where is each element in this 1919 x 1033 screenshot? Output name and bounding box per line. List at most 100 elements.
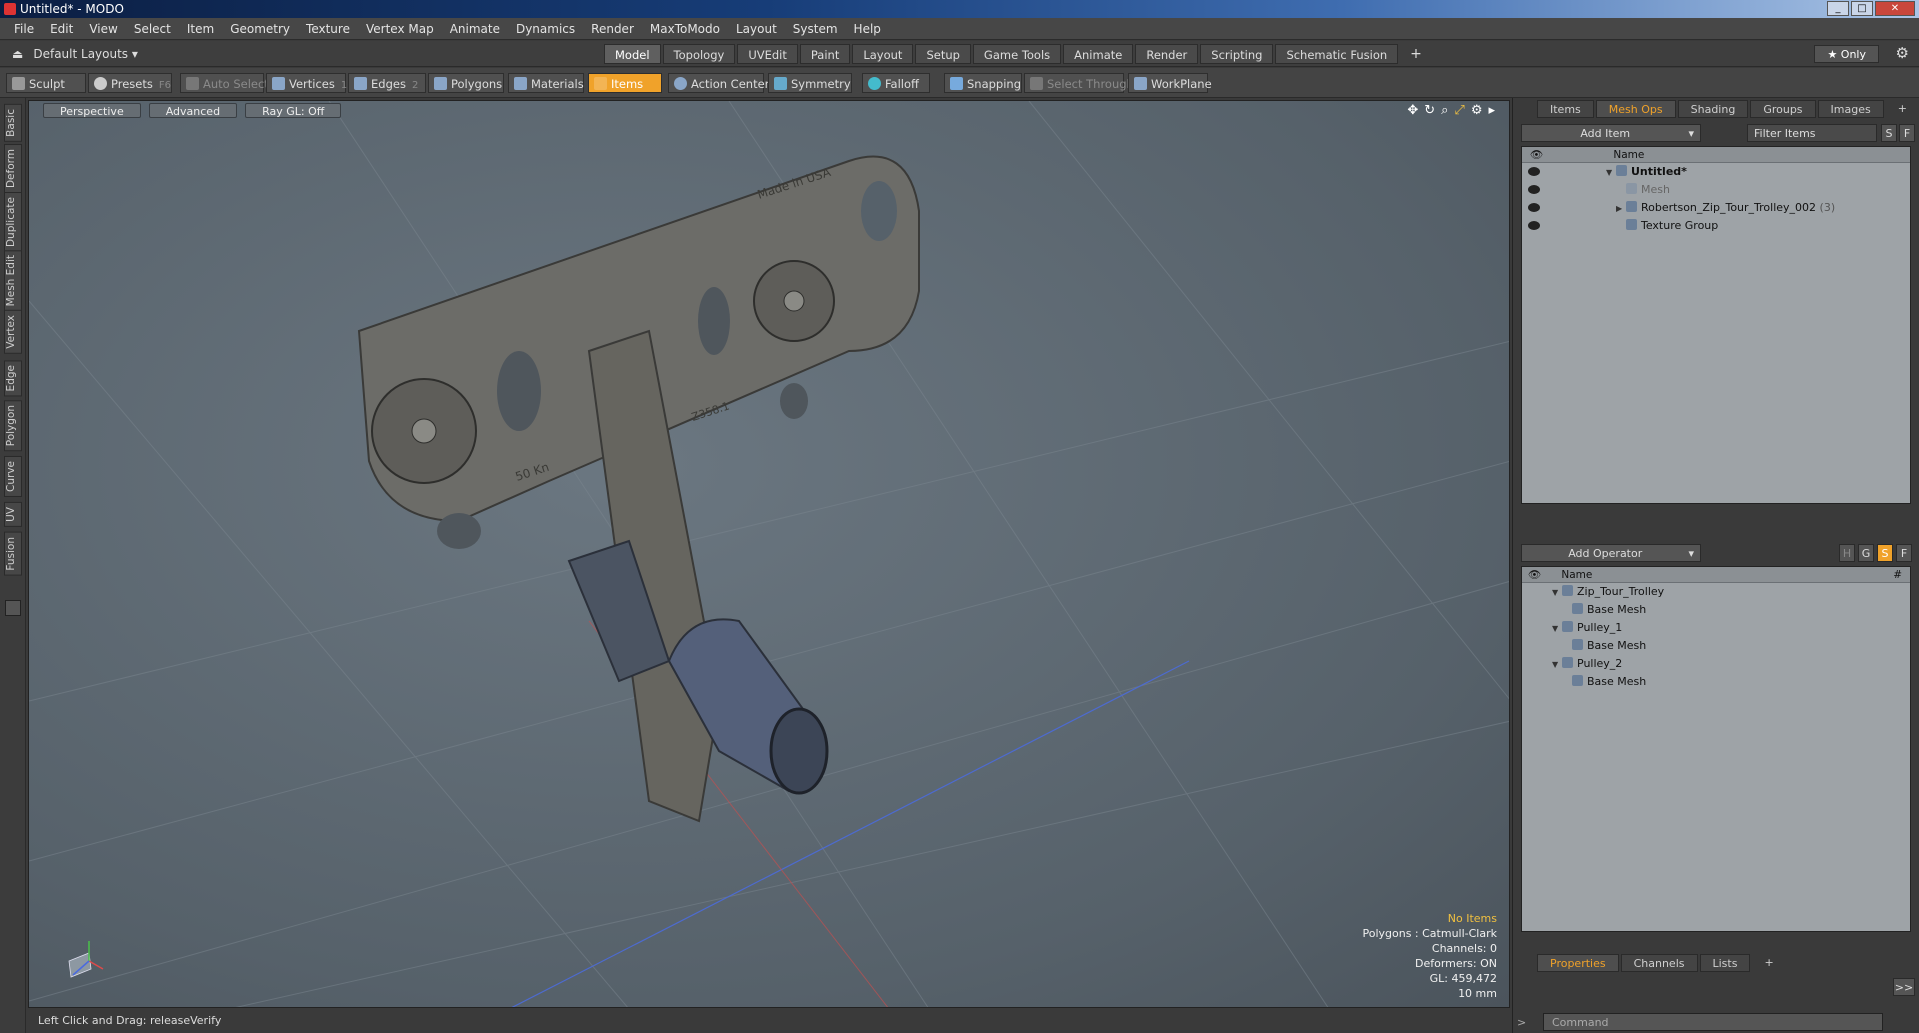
materials-button[interactable]: Materials (508, 73, 584, 93)
tab-basic[interactable]: Basic (4, 104, 22, 142)
menu-render[interactable]: Render (583, 22, 642, 36)
list-item[interactable]: Mesh (1522, 181, 1910, 199)
advanced-dropdown[interactable]: Advanced (148, 103, 238, 118)
expand-icon[interactable]: ▼ (1552, 656, 1562, 674)
tab-render[interactable]: Render (1135, 44, 1199, 64)
ops-h-button[interactable]: H (1839, 544, 1855, 562)
menu-file[interactable]: File (6, 22, 42, 36)
list-item[interactable]: ▼ Pulley_1 (1522, 619, 1910, 637)
tab-edge[interactable]: Edge (4, 360, 22, 397)
only-toggle[interactable]: ★ Only (1814, 45, 1879, 63)
add-operator-dropdown[interactable]: Add Operator ▾ (1521, 544, 1701, 562)
list-item[interactable]: ▼ Pulley_2 (1522, 655, 1910, 673)
menu-maxtomodo[interactable]: MaxToModo (642, 22, 728, 36)
tab-vertex[interactable]: Vertex (4, 310, 22, 354)
tab-fusion[interactable]: Fusion (4, 532, 22, 576)
select-through-button[interactable]: Select Through (1024, 73, 1134, 93)
menu-select[interactable]: Select (126, 22, 179, 36)
menu-edit[interactable]: Edit (42, 22, 81, 36)
add-properties-tab-button[interactable]: + (1752, 954, 1785, 972)
tab-duplicate[interactable]: Duplicate (4, 192, 22, 253)
tab-model[interactable]: Model (604, 44, 661, 64)
ops-s-button[interactable]: S (1877, 544, 1893, 562)
menu-view[interactable]: View (81, 22, 125, 36)
eye-icon[interactable] (1528, 167, 1540, 176)
ops-f-button[interactable]: F (1896, 544, 1912, 562)
menu-system[interactable]: System (785, 22, 846, 36)
tab-mesh-ops[interactable]: Mesh Ops (1595, 100, 1676, 118)
gear-icon[interactable]: ⚙ (1896, 44, 1909, 62)
presets-button[interactable]: Presets F6 (88, 73, 172, 93)
add-tab-button[interactable]: + (1400, 44, 1432, 64)
tab-properties[interactable]: Properties (1537, 954, 1619, 972)
tab-layout[interactable]: Layout (852, 44, 914, 64)
menu-geometry[interactable]: Geometry (222, 22, 298, 36)
viewport-settings-icon[interactable]: ⚙ (1471, 103, 1483, 118)
view-type-dropdown[interactable]: Perspective (43, 103, 141, 118)
menu-vertex-map[interactable]: Vertex Map (358, 22, 442, 36)
ops-g-button[interactable]: G (1858, 544, 1874, 562)
tab-items[interactable]: Items (1537, 100, 1594, 118)
workplane-button[interactable]: WorkPlane (1128, 73, 1212, 93)
menu-help[interactable]: Help (846, 22, 889, 36)
tab-groups[interactable]: Groups (1750, 100, 1816, 118)
tab-schematic-fusion[interactable]: Schematic Fusion (1275, 44, 1399, 64)
menu-item[interactable]: Item (179, 22, 222, 36)
command-input[interactable]: Command (1543, 1013, 1883, 1031)
tab-uv[interactable]: UV (4, 502, 22, 527)
expand-icon[interactable]: ▼ (1606, 164, 1616, 182)
tab-setup[interactable]: Setup (915, 44, 971, 64)
action-center-button[interactable]: Action Center (668, 73, 769, 93)
tab-images[interactable]: Images (1817, 100, 1884, 118)
maximize-button[interactable]: □ (1851, 1, 1873, 16)
list-item[interactable]: Base Mesh (1522, 637, 1910, 655)
list-item[interactable]: Base Mesh (1522, 601, 1910, 619)
minimize-button[interactable]: _ (1827, 1, 1849, 16)
tab-channels[interactable]: Channels (1620, 954, 1698, 972)
sculpt-button[interactable]: Sculpt (6, 73, 86, 93)
expand-properties-button[interactable]: >> (1893, 978, 1915, 996)
tab-animate[interactable]: Animate (1063, 44, 1134, 64)
tab-paint[interactable]: Paint (799, 44, 851, 64)
list-item[interactable]: ▶ Robertson_Zip_Tour_Trolley_002 (3) (1522, 199, 1910, 217)
snapping-button[interactable]: Snapping (944, 73, 1022, 93)
tab-uvedit[interactable]: UVEdit (737, 44, 798, 64)
eye-icon[interactable] (1528, 203, 1540, 212)
tab-curve[interactable]: Curve (4, 456, 22, 497)
expand-icon[interactable]: ▶ (1616, 200, 1626, 218)
tab-scripting[interactable]: Scripting (1200, 44, 1274, 64)
filter-s-button[interactable]: S (1881, 124, 1897, 142)
falloff-button[interactable]: Falloff (862, 73, 930, 93)
menu-texture[interactable]: Texture (298, 22, 358, 36)
list-item[interactable]: ▼ Untitled* (1522, 163, 1910, 181)
edges-button[interactable]: Edges 2 (348, 73, 426, 93)
tab-mesh-edit[interactable]: Mesh Edit (4, 250, 22, 312)
eye-icon[interactable] (1528, 185, 1540, 194)
filter-items-input[interactable]: Filter Items (1747, 124, 1877, 142)
default-layouts-dropdown[interactable]: ⏏ Default Layouts ▾ (12, 45, 138, 63)
maximize-viewport-icon[interactable]: ⤢ (1454, 103, 1464, 118)
rotate-icon[interactable]: ↻ (1424, 103, 1435, 118)
tab-lists[interactable]: Lists (1699, 954, 1751, 972)
tabs-toggle-button[interactable] (5, 600, 21, 616)
polygons-button[interactable]: Polygons (428, 73, 504, 93)
add-item-dropdown[interactable]: Add Item ▾ (1521, 124, 1701, 142)
menu-animate[interactable]: Animate (442, 22, 508, 36)
items-button[interactable]: Items (588, 73, 662, 93)
symmetry-button[interactable]: Symmetry (768, 73, 852, 93)
eye-icon[interactable] (1528, 221, 1540, 230)
expand-icon[interactable]: ▼ (1552, 584, 1562, 602)
vertices-button[interactable]: Vertices 1 (266, 73, 347, 93)
zoom-icon[interactable]: ⌕ (1441, 103, 1448, 118)
tab-topology[interactable]: Topology (662, 44, 736, 64)
viewport-menu-icon[interactable]: ▸ (1488, 103, 1495, 118)
tab-polygon[interactable]: Polygon (4, 400, 22, 452)
tab-shading[interactable]: Shading (1677, 100, 1749, 118)
list-item[interactable]: ▼ Zip_Tour_Trolley (1522, 583, 1910, 601)
list-item[interactable]: Base Mesh (1522, 673, 1910, 691)
pan-icon[interactable]: ✥ (1407, 103, 1418, 118)
menu-dynamics[interactable]: Dynamics (508, 22, 583, 36)
tab-deform[interactable]: Deform (4, 144, 22, 194)
3d-viewport[interactable]: Made in USA 50 Kn Z358.1 Perspective Adv… (28, 100, 1510, 1008)
tab-game-tools[interactable]: Game Tools (972, 44, 1062, 64)
